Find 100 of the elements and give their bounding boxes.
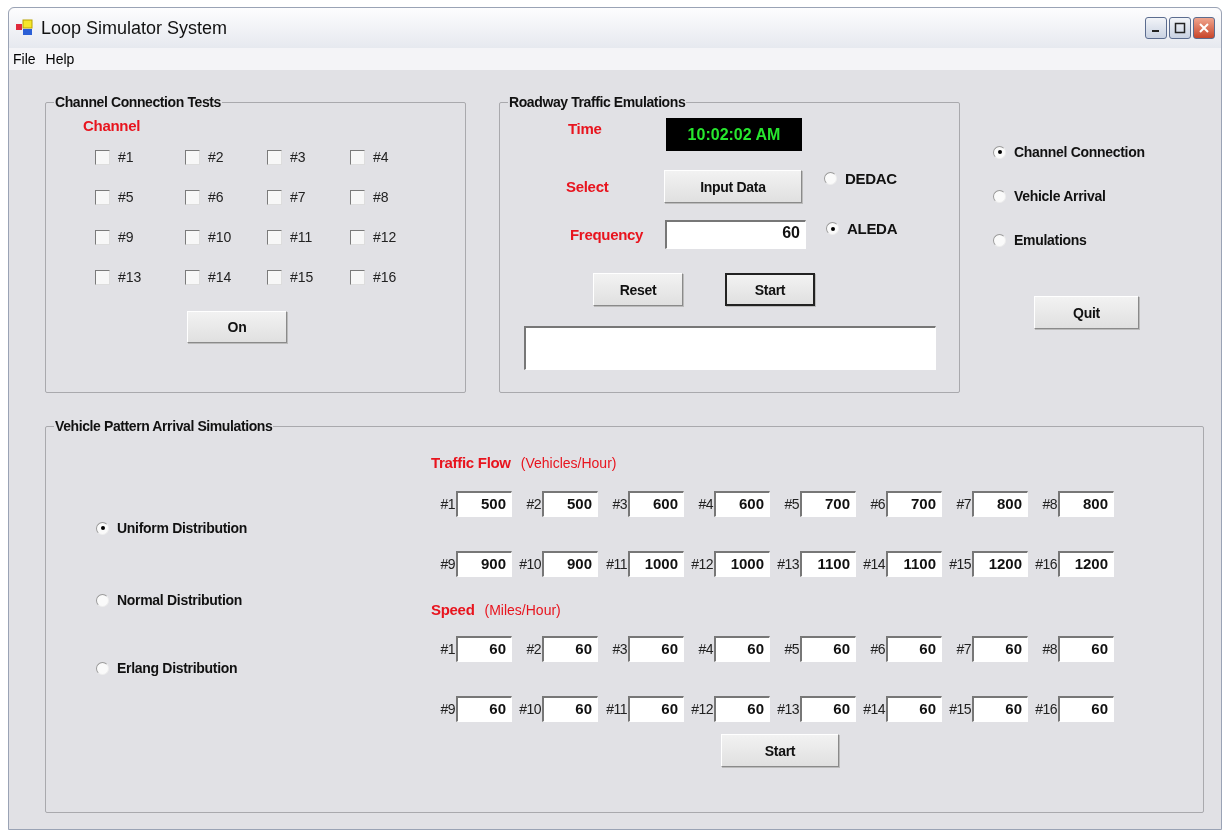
checkbox[interactable]	[95, 269, 110, 285]
checkbox[interactable]	[185, 189, 200, 205]
input-field[interactable]: 500	[456, 491, 512, 517]
input-field[interactable]: 500	[542, 491, 598, 517]
input-field[interactable]: 600	[714, 491, 770, 517]
field-label: Frequency	[570, 226, 645, 243]
radio-button[interactable]	[96, 661, 109, 675]
checkbox-label: #14	[208, 269, 232, 285]
checkbox[interactable]	[350, 149, 365, 165]
input-field[interactable]: 60	[886, 696, 942, 722]
checkbox[interactable]	[95, 189, 110, 205]
input-field[interactable]: 800	[1058, 491, 1114, 517]
field-label: #15	[948, 701, 971, 717]
checkbox-label: #3	[290, 149, 306, 165]
input-field[interactable]: 60	[972, 696, 1028, 722]
close-icon[interactable]	[1193, 17, 1215, 39]
input-field[interactable]: 60	[456, 636, 512, 662]
menu-item[interactable]: Help	[45, 51, 75, 67]
push-button[interactable]: Input Data	[664, 170, 802, 203]
checkbox[interactable]	[185, 149, 200, 165]
field-label: #1	[439, 641, 455, 657]
field-label: #13	[776, 556, 799, 572]
field-label: #4	[697, 641, 713, 657]
radio-label: ALEDA	[847, 220, 898, 237]
radio-label: DEDAC	[845, 170, 897, 187]
checkbox[interactable]	[267, 229, 282, 245]
radio-button[interactable]	[96, 593, 109, 607]
radio-button[interactable]	[824, 172, 837, 185]
field-label: #2	[525, 496, 541, 512]
checkbox-label: #12	[373, 229, 397, 245]
checkbox[interactable]	[95, 229, 110, 245]
checkbox-label: #5	[118, 189, 134, 205]
input-field[interactable]: 60	[665, 220, 806, 249]
input-field[interactable]: 900	[456, 551, 512, 577]
minimize-icon[interactable]	[1145, 17, 1167, 39]
output-field[interactable]	[524, 326, 936, 370]
input-field[interactable]: 1200	[1058, 551, 1114, 577]
input-field[interactable]: 60	[1058, 636, 1114, 662]
radio-button[interactable]	[993, 189, 1006, 203]
input-field[interactable]: 60	[628, 696, 684, 722]
input-field[interactable]: 60	[628, 636, 684, 662]
checkbox[interactable]	[350, 229, 365, 245]
input-field[interactable]: 700	[800, 491, 856, 517]
push-button[interactable]: Reset	[593, 273, 683, 306]
radio-button[interactable]	[826, 222, 839, 235]
input-field[interactable]: 60	[542, 636, 598, 662]
input-field[interactable]: 900	[542, 551, 598, 577]
checkbox[interactable]	[95, 149, 110, 165]
checkbox[interactable]	[350, 269, 365, 285]
checkbox[interactable]	[267, 189, 282, 205]
input-field[interactable]: 1200	[972, 551, 1028, 577]
checkbox[interactable]	[267, 269, 282, 285]
radio-button[interactable]	[993, 145, 1006, 159]
input-field[interactable]: 60	[542, 696, 598, 722]
section-heading: Channel	[83, 117, 141, 134]
maximize-icon[interactable]	[1169, 17, 1191, 39]
radio-label: Vehicle Arrival	[1014, 188, 1106, 204]
field-label: #2	[525, 641, 541, 657]
checkbox[interactable]	[185, 269, 200, 285]
input-field[interactable]: 60	[886, 636, 942, 662]
group-title: Roadway Traffic Emulations	[508, 94, 687, 110]
input-field[interactable]: 60	[456, 696, 512, 722]
input-field[interactable]: 60	[972, 636, 1028, 662]
push-button[interactable]: Quit	[1034, 296, 1139, 329]
radio-label: Emulations	[1014, 232, 1087, 248]
field-label: #4	[697, 496, 713, 512]
field-label: #3	[611, 496, 627, 512]
window-title: Loop Simulator System	[41, 17, 229, 39]
input-field[interactable]: 1000	[714, 551, 770, 577]
input-field[interactable]: 60	[714, 636, 770, 662]
radio-label: Channel Connection	[1014, 144, 1145, 160]
input-field[interactable]: 600	[628, 491, 684, 517]
menu-item[interactable]: File	[13, 51, 36, 67]
input-field[interactable]: 800	[972, 491, 1028, 517]
field-label: #14	[862, 556, 885, 572]
input-field[interactable]: 60	[800, 636, 856, 662]
radio-label: Erlang Distribution	[117, 660, 238, 676]
field-label: #3	[611, 641, 627, 657]
push-button[interactable]: On	[187, 311, 287, 343]
input-field[interactable]: 60	[800, 696, 856, 722]
radio-button[interactable]	[993, 233, 1006, 247]
field-label: #6	[869, 496, 885, 512]
field-label: #14	[862, 701, 885, 717]
checkbox[interactable]	[267, 149, 282, 165]
input-field[interactable]: 700	[886, 491, 942, 517]
input-field[interactable]: 1100	[886, 551, 942, 577]
field-label: #10	[518, 556, 541, 572]
input-field[interactable]: 60	[714, 696, 770, 722]
checkbox[interactable]	[350, 189, 365, 205]
input-field[interactable]: 1100	[800, 551, 856, 577]
unit-label: (Miles/Hour)	[484, 601, 561, 618]
input-field[interactable]: 60	[1058, 696, 1114, 722]
checkbox-label: #11	[290, 229, 313, 245]
push-button[interactable]: Start	[721, 734, 839, 767]
input-field[interactable]: 1000	[628, 551, 684, 577]
push-button[interactable]: Start	[725, 273, 815, 306]
checkbox[interactable]	[185, 229, 200, 245]
checkbox-label: #4	[373, 149, 389, 165]
radio-button[interactable]	[96, 521, 109, 535]
checkbox-label: #15	[290, 269, 314, 285]
